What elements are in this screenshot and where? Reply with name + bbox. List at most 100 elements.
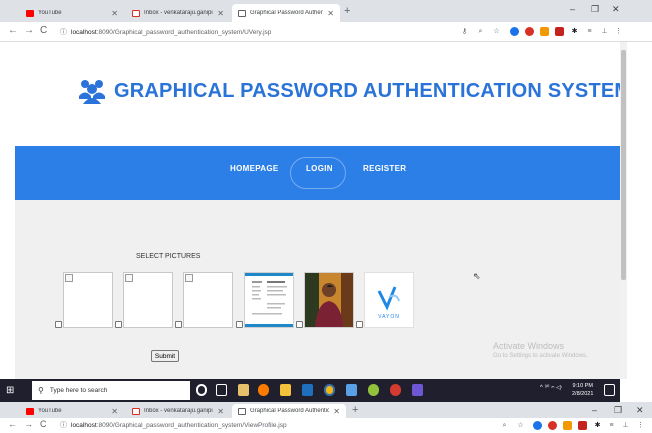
taskbar-search[interactable]: ⚲ Type here to search <box>32 381 190 400</box>
picture-5[interactable] <box>304 272 354 328</box>
url-host: localhost <box>71 28 97 36</box>
app-icon[interactable] <box>390 384 401 396</box>
info-icon[interactable]: ⓘ <box>60 420 67 430</box>
extension-orange-icon[interactable] <box>540 27 549 36</box>
windows-taskbar: ⊞ ⚲ Type here to search ^ ⁹⁰ 𝄐 ◁⋅ 9:10 P… <box>0 379 620 402</box>
picture-5-checkbox[interactable] <box>296 321 303 328</box>
task-view-icon[interactable] <box>216 384 227 396</box>
close-tab-icon[interactable]: ✕ <box>217 9 224 18</box>
picture-3-checkbox[interactable] <box>175 321 182 328</box>
cortana-icon[interactable] <box>196 384 207 396</box>
puzzle-icon[interactable]: ✱ <box>593 421 602 430</box>
new-tab-button[interactable]: + <box>352 404 358 416</box>
close-tab-icon[interactable]: ✕ <box>111 407 118 416</box>
notifications-icon[interactable] <box>604 384 615 396</box>
store-icon[interactable] <box>238 384 249 396</box>
close-tab-icon[interactable]: ✕ <box>217 407 224 416</box>
tab-youtube[interactable]: YouTube ✕ <box>20 404 124 418</box>
extension-pdf-icon[interactable] <box>578 421 587 430</box>
forward-button[interactable]: → <box>24 25 34 36</box>
picture-1-checkbox[interactable] <box>55 321 62 328</box>
profile-icon[interactable]: ⊥ <box>600 27 609 36</box>
reading-list-icon[interactable]: ≡ <box>607 421 616 430</box>
tab-label: Graphical Password Authenticat... <box>250 408 330 414</box>
extension-shield-icon[interactable] <box>510 27 519 36</box>
reading-list-icon[interactable]: ≡ <box>585 27 594 36</box>
minimize-button[interactable]: – <box>570 4 575 14</box>
tab-graphical-password[interactable]: Graphical Password Authenticat... ✕ <box>232 404 346 418</box>
menu-icon[interactable]: ⋮ <box>614 27 623 36</box>
watermark-subtitle: Go to Settings to activate Windows. <box>493 353 588 359</box>
chrome-icon[interactable] <box>324 384 335 396</box>
mail-icon[interactable] <box>302 384 313 396</box>
youtube-icon <box>26 407 34 415</box>
clock-date: 2/8/2021 <box>572 391 594 397</box>
picture-6[interactable]: VAYON <box>364 272 414 328</box>
picture-6-checkbox[interactable] <box>356 321 363 328</box>
app-icon[interactable] <box>346 384 357 396</box>
picture-4[interactable] <box>244 272 294 328</box>
address-bar[interactable]: ⓘ localhost:8090/Graphical_password_auth… <box>60 419 460 431</box>
zoom-icon[interactable]: ⌕ <box>476 27 485 36</box>
restore-button[interactable]: ❐ <box>591 4 599 15</box>
tab-youtube[interactable]: YouTube ✕ <box>20 4 124 22</box>
close-tab-icon[interactable]: ✕ <box>327 9 334 18</box>
star-icon[interactable]: ☆ <box>492 27 501 36</box>
minimize-button[interactable]: – <box>592 405 597 415</box>
picture-1[interactable] <box>63 272 113 328</box>
zoom-icon[interactable]: ⌕ <box>500 421 509 430</box>
back-button[interactable]: ← <box>8 25 18 36</box>
firefox-icon[interactable] <box>258 384 269 396</box>
close-tab-icon[interactable]: ✕ <box>111 9 118 18</box>
reload-button[interactable]: C <box>40 25 47 36</box>
tab-label: YouTube <box>38 408 62 414</box>
new-tab-button[interactable]: + <box>344 5 350 17</box>
picture-3[interactable] <box>183 272 233 328</box>
picture-2[interactable] <box>123 272 173 328</box>
restore-button[interactable]: ❐ <box>614 405 622 416</box>
close-window-button[interactable]: ✕ <box>636 405 644 416</box>
address-bar[interactable]: ⓘ localhost:8090/Graphical_password_auth… <box>60 25 460 39</box>
gmail-icon <box>132 9 140 17</box>
extension-red-icon[interactable] <box>548 421 557 430</box>
puzzle-icon[interactable]: ✱ <box>570 27 579 36</box>
tab-label: Inbox - venkataraju.ganipisetty@... <box>144 408 213 414</box>
nav-login[interactable]: LOGIN <box>306 164 333 173</box>
extension-orange-icon[interactable] <box>563 421 572 430</box>
taskbar-clock[interactable]: 9:10 PM 2/8/2021 <box>572 382 593 398</box>
picture-4-checkbox[interactable] <box>236 321 243 328</box>
system-tray[interactable]: ^ ⁹⁰ 𝄐 ◁⋅ <box>540 384 563 392</box>
scrollbar-thumb[interactable] <box>621 50 626 280</box>
nav-register[interactable]: REGISTER <box>363 164 406 173</box>
windows-start-icon[interactable]: ⊞ <box>6 385 14 396</box>
watermark-title: Activate Windows <box>493 341 565 351</box>
submit-button[interactable]: Submit <box>151 350 179 362</box>
extension-pdf-icon[interactable] <box>555 27 564 36</box>
back-button[interactable]: ← <box>8 419 17 429</box>
broken-image-icon <box>125 274 133 282</box>
close-window-button[interactable]: ✕ <box>612 4 620 15</box>
close-tab-icon[interactable]: ✕ <box>333 407 340 416</box>
star-icon[interactable]: ☆ <box>516 421 525 430</box>
app-icon[interactable] <box>368 384 379 396</box>
file-explorer-icon[interactable] <box>280 384 291 396</box>
menu-icon[interactable]: ⋮ <box>636 421 645 430</box>
activate-windows-watermark: Activate Windows Go to Settings to activ… <box>493 341 588 359</box>
vayon-logo: VAYON <box>365 273 413 327</box>
extension-red-icon[interactable] <box>525 27 534 36</box>
app-icon[interactable] <box>412 384 423 396</box>
nav-homepage[interactable]: HOMEPAGE <box>230 164 278 173</box>
page-scrollbar[interactable] <box>620 42 627 379</box>
key-icon[interactable]: ⚷ <box>460 27 469 36</box>
forward-button[interactable]: → <box>24 419 33 429</box>
extension-shield-icon[interactable] <box>533 421 542 430</box>
info-icon[interactable]: ⓘ <box>60 27 67 37</box>
profile-icon[interactable]: ⊥ <box>621 421 630 430</box>
broken-image-icon <box>185 274 193 282</box>
tab-graphical-password[interactable]: Graphical Password Authentication ✕ <box>232 4 340 22</box>
picture-2-checkbox[interactable] <box>115 321 122 328</box>
reload-button[interactable]: C <box>40 419 47 429</box>
tab-gmail[interactable]: Inbox - venkataraju.ganipisetty@... ✕ <box>126 4 230 22</box>
tab-bar: YouTube ✕ Inbox - venkataraju.ganipisett… <box>0 0 652 22</box>
tab-gmail[interactable]: Inbox - venkataraju.ganipisetty@... ✕ <box>126 404 230 418</box>
